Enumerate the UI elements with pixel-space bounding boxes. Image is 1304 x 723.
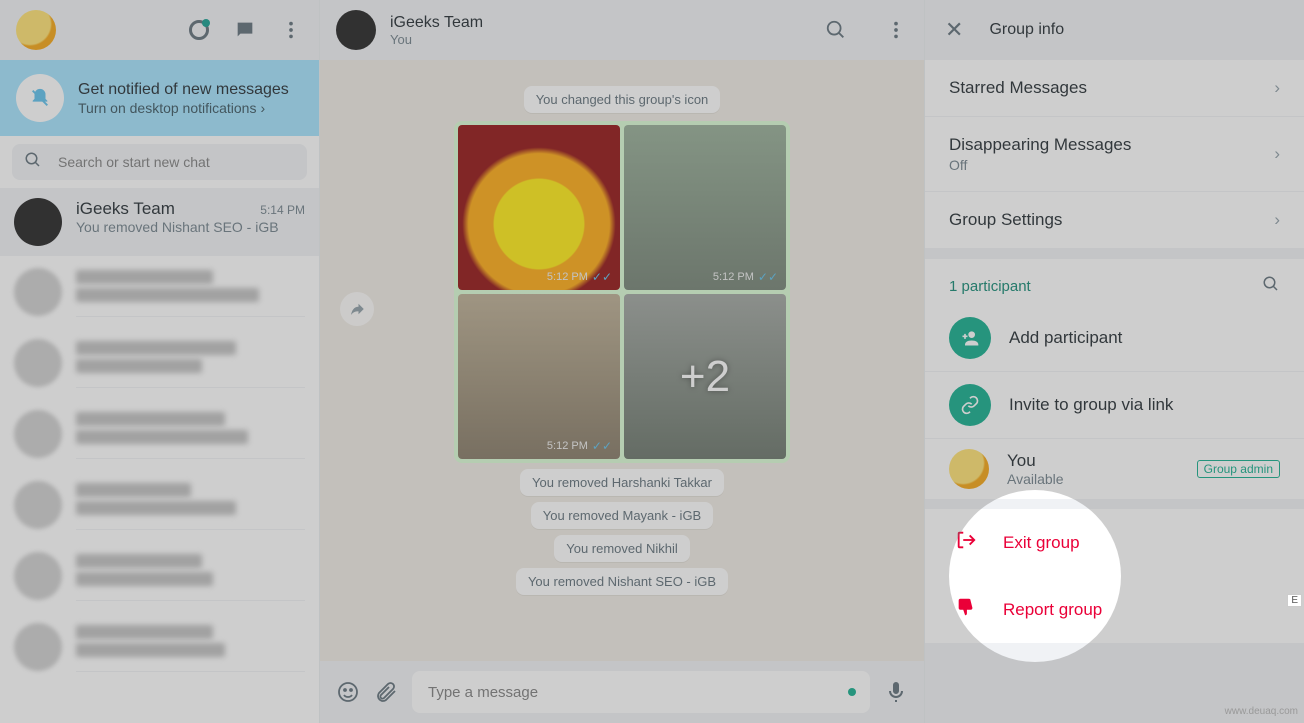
bell-off-icon	[16, 74, 64, 122]
participant-status: Available	[1007, 471, 1179, 487]
admin-badge: Group admin	[1197, 460, 1280, 478]
chat-header[interactable]: iGeeks Team You	[320, 0, 924, 60]
chevron-right-icon: ›	[260, 100, 265, 116]
search-in-chat-icon[interactable]	[824, 18, 848, 42]
system-message: You removed Harshanki Takkar	[520, 469, 724, 496]
composer	[320, 661, 924, 723]
search-icon	[24, 151, 42, 174]
chevron-right-icon: ›	[1274, 144, 1280, 164]
thumbs-down-icon	[955, 596, 977, 623]
watermark: www.deuaq.com	[1225, 706, 1298, 717]
chat-preview: You removed Nishant SEO - iGB	[76, 219, 305, 235]
chat-list-item[interactable]	[0, 611, 319, 682]
system-message: You removed Mayank - iGB	[531, 502, 713, 529]
image-thumbnail-more[interactable]: +2	[624, 294, 786, 459]
group-settings-row[interactable]: Group Settings ›	[925, 192, 1304, 249]
chat-title: iGeeks Team	[390, 14, 483, 32]
group-info-panel: ✕ Group info Starred Messages › Disappea…	[924, 0, 1304, 723]
notification-banner[interactable]: Get notified of new messages Turn on des…	[0, 60, 319, 136]
search-participants-icon[interactable]	[1262, 275, 1280, 297]
image-thumbnail[interactable]: 5:12 PM✓✓	[624, 125, 786, 290]
edge-letter: E	[1287, 594, 1302, 607]
chat-pane: iGeeks Team You You changed this group's…	[320, 0, 924, 723]
chevron-right-icon: ›	[1274, 78, 1280, 98]
exit-icon	[955, 529, 977, 556]
chevron-right-icon: ›	[1274, 210, 1280, 230]
typing-indicator-dot	[848, 688, 856, 696]
panel-title: Group info	[989, 21, 1064, 39]
participant-avatar	[949, 449, 989, 489]
left-sidebar: Get notified of new messages Turn on des…	[0, 0, 320, 723]
search-row	[0, 136, 319, 188]
link-icon	[949, 384, 991, 426]
group-avatar	[336, 10, 376, 50]
image-thumbnail[interactable]: 5:12 PM✓✓	[458, 294, 620, 459]
report-group-row[interactable]: Report group	[925, 576, 1304, 643]
add-person-icon	[949, 317, 991, 359]
new-chat-icon[interactable]	[233, 18, 257, 42]
chat-list-item[interactable]	[0, 540, 319, 611]
invite-link-row[interactable]: Invite to group via link	[925, 372, 1304, 439]
close-icon[interactable]: ✕	[945, 17, 963, 43]
menu-icon[interactable]	[279, 18, 303, 42]
message-list: You changed this group's icon 5:12 PM✓✓ …	[320, 60, 924, 661]
forward-icon[interactable]	[340, 292, 374, 326]
notification-title: Get notified of new messages	[78, 80, 289, 100]
more-count: +2	[680, 352, 730, 402]
sidebar-header	[0, 0, 319, 60]
chat-menu-icon[interactable]	[884, 18, 908, 42]
participants-count: 1 participant	[949, 278, 1031, 295]
image-thumbnail[interactable]: 5:12 PM✓✓	[458, 125, 620, 290]
panel-header: ✕ Group info	[925, 0, 1304, 60]
chat-list-item[interactable]	[0, 327, 319, 398]
chat-time: 5:14 PM	[260, 203, 305, 217]
exit-group-row[interactable]: Exit group	[925, 509, 1304, 576]
chat-name: iGeeks Team	[76, 199, 175, 219]
system-message: You removed Nikhil	[554, 535, 690, 562]
starred-messages-row[interactable]: Starred Messages ›	[925, 60, 1304, 117]
chat-list: iGeeks Team 5:14 PM You removed Nishant …	[0, 188, 319, 723]
search-input[interactable]	[58, 154, 295, 170]
mic-icon[interactable]	[884, 680, 908, 704]
notification-link[interactable]: Turn on desktop notifications ›	[78, 100, 289, 116]
chat-list-item[interactable]	[0, 398, 319, 469]
system-message: You changed this group's icon	[524, 86, 721, 113]
message-input[interactable]	[412, 671, 870, 713]
image-message[interactable]: 5:12 PM✓✓ 5:12 PM✓✓ 5:12 PM✓✓ +2	[454, 121, 790, 463]
chat-subtitle: You	[390, 32, 483, 47]
chat-list-item[interactable]	[0, 256, 319, 327]
attach-icon[interactable]	[374, 680, 398, 704]
disappearing-messages-row[interactable]: Disappearing Messages Off ›	[925, 117, 1304, 192]
participant-name: You	[1007, 451, 1179, 471]
participant-row[interactable]: You Available Group admin	[925, 439, 1304, 499]
emoji-icon[interactable]	[336, 680, 360, 704]
system-message: You removed Nishant SEO - iGB	[516, 568, 728, 595]
user-avatar[interactable]	[16, 10, 56, 50]
chat-list-item[interactable]	[0, 469, 319, 540]
add-participant-row[interactable]: Add participant	[925, 305, 1304, 372]
status-icon[interactable]	[187, 18, 211, 42]
chat-avatar	[14, 198, 62, 246]
chat-list-item[interactable]: iGeeks Team 5:14 PM You removed Nishant …	[0, 188, 319, 256]
